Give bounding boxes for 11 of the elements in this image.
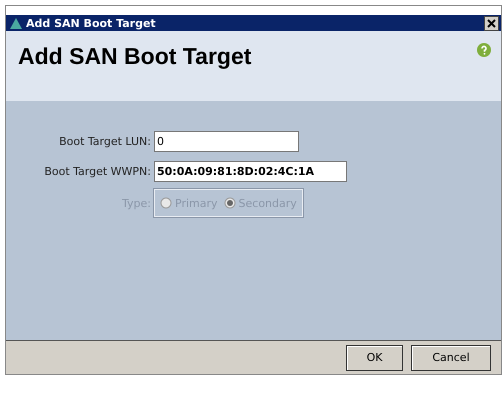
dialog-heading: Add SAN Boot Target [18,43,252,71]
input-field[interactable]: 0 [154,131,299,152]
dialog-button[interactable]: OK [346,344,403,370]
dialog-button[interactable]: Cancel [411,344,491,370]
field-label: Boot Target WWPN: [43,165,151,178]
window-title: Add SAN Boot Target [26,16,157,30]
close-button[interactable] [484,16,499,30]
field-label: Boot Target LUN: [58,135,151,148]
help-icon[interactable] [477,43,491,57]
app-icon [10,18,22,28]
input-field[interactable]: 50:0A:09:81:8D:02:4C:1A [154,161,347,182]
